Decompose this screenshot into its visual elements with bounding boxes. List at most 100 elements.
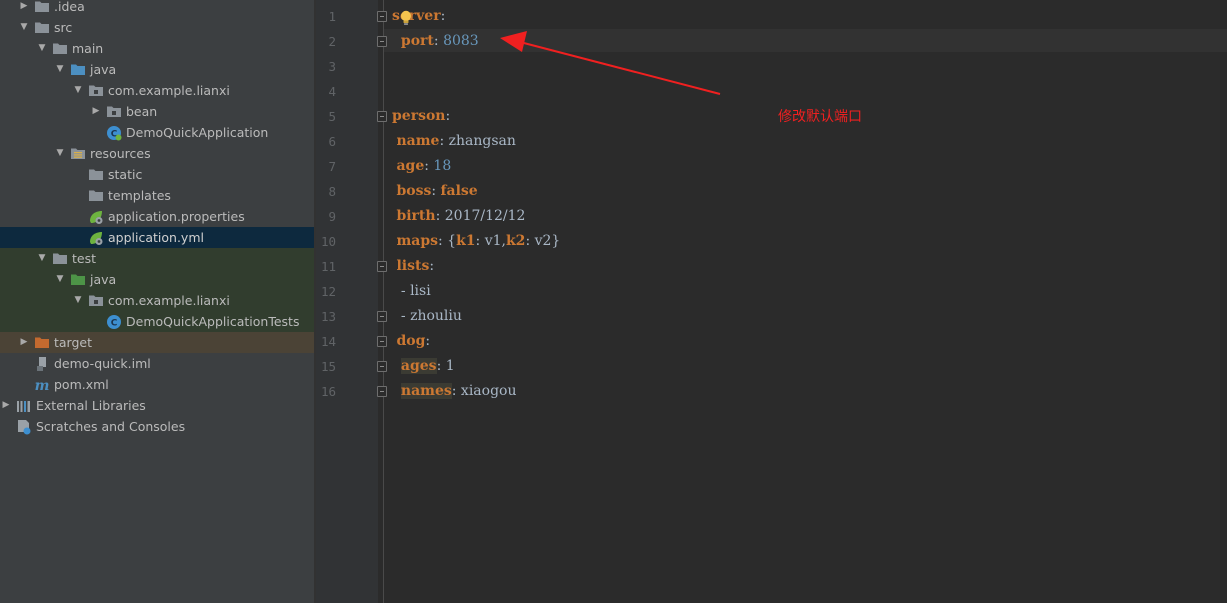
libraries-icon [16,398,32,413]
code-line[interactable]: dog: [392,329,430,354]
tree-item-pom-xml[interactable]: m pom.xml [0,374,314,395]
line-number: 16 [320,384,336,399]
folder-icon [88,167,104,182]
chevron-down-icon[interactable]: ▼ [18,17,30,38]
tree-item-templates[interactable]: templates [0,185,314,206]
annotation-text: 修改默认端口 [778,109,862,125]
code-line[interactable]: person: [392,104,450,129]
tree-item-demoquickapplication[interactable]: C DemoQuickApplication [0,122,314,143]
code-line[interactable]: age: 18 [392,154,451,179]
line-number: 10 [320,234,336,249]
tree-item-com-example-lianxi[interactable]: ▼ com.example.lianxi [0,290,314,311]
tree-item-label: test [72,251,97,266]
tree-item-label: pom.xml [54,377,109,392]
tree-item-application-properties[interactable]: application.properties [0,206,314,227]
maven-icon: m [34,377,50,394]
excluded-folder-icon [34,335,50,350]
tree-item-src[interactable]: ▼ src [0,17,314,38]
code-line[interactable]: birth: 2017/12/12 [392,204,525,229]
tree-item-bean[interactable]: ▶ bean [0,101,314,122]
tree-item-demo-quick-iml[interactable]: demo-quick.iml [0,353,314,374]
code-line[interactable]: names: xiaogou [392,379,517,404]
line-number: 1 [328,9,336,24]
line-number: 6 [328,134,336,149]
source-folder-icon [70,62,86,77]
tree-item-main[interactable]: ▼ main [0,38,314,59]
line-number: 12 [320,284,336,299]
line-number: 9 [328,209,336,224]
tree-item-label: java [90,272,117,287]
code-line[interactable]: ages: 1 [392,354,455,379]
lightbulb-icon[interactable] [399,10,413,26]
tree-item-label: DemoQuickApplication [126,125,269,140]
chevron-down-icon[interactable]: ▼ [54,143,66,164]
svg-text:C: C [111,319,118,329]
spring-config-icon [88,209,104,224]
code-line[interactable]: name: zhangsan [392,129,515,154]
tree-item-label: DemoQuickApplicationTests [126,314,300,329]
tree-item-scratches-and-consoles[interactable]: Scratches and Consoles [0,416,314,437]
folder-icon [52,251,68,266]
tree-item-java[interactable]: ▼ java [0,59,314,80]
chevron-right-icon[interactable]: ▶ [18,0,30,17]
chevron-down-icon[interactable]: ▼ [72,80,84,101]
svg-text:m: m [35,378,50,393]
tree-item-application-yml[interactable]: application.yml [0,227,314,248]
tree-item-label: application.properties [108,209,245,224]
tree-item-java[interactable]: ▼ java [0,269,314,290]
chevron-down-icon[interactable]: ▼ [36,248,48,269]
tree-item-com-example-lianxi[interactable]: ▼ com.example.lianxi [0,80,314,101]
tree-item-label: bean [126,104,158,119]
chevron-right-icon[interactable]: ▶ [18,332,30,353]
chevron-down-icon[interactable]: ▼ [36,38,48,59]
package-icon [106,104,122,119]
line-number: 3 [328,59,336,74]
code-line[interactable]: port: 8083 [392,29,479,54]
tree-item-label: target [54,335,93,350]
chevron-right-icon[interactable]: ▶ [0,395,12,416]
tree-item--idea[interactable]: ▶ .idea [0,0,314,17]
spring-boot-class-icon: C [106,125,122,141]
test-class-icon: C [106,314,122,329]
folder-icon [34,20,50,35]
tree-item-label: Scratches and Consoles [36,419,186,434]
tree-item-static[interactable]: static [0,164,314,185]
tree-item-label: main [72,41,104,56]
line-number: 14 [320,334,336,349]
line-number: 8 [328,184,336,199]
line-number: 11 [320,259,336,274]
code-line[interactable]: lists: [392,254,434,279]
line-number: 2 [328,34,336,49]
tree-item-label: src [54,20,73,35]
tree-item-resources[interactable]: ▼ resources [0,143,314,164]
code-editor[interactable]: server: port: 8083 person: name: zhangsan… [384,0,1227,603]
code-line[interactable]: maps: {k1: v1,k2: v2} [392,229,560,254]
tree-item-test[interactable]: ▼ test [0,248,314,269]
tree-item-label: com.example.lianxi [108,293,230,308]
tree-item-label: External Libraries [36,398,146,413]
line-number: 5 [328,109,336,124]
tree-item-label: .idea [54,0,85,14]
chevron-down-icon[interactable]: ▼ [54,269,66,290]
package-icon [88,293,104,308]
tree-item-external-libraries[interactable]: ▶ External Libraries [0,395,314,416]
folder-icon [34,0,50,14]
folder-icon [88,188,104,203]
line-number: 4 [328,84,336,99]
tree-item-demoquickapplicationtests[interactable]: C DemoQuickApplicationTests [0,311,314,332]
tree-item-label: java [90,62,117,77]
tree-item-target[interactable]: ▶ target [0,332,314,353]
chevron-right-icon[interactable]: ▶ [90,101,102,122]
tree-item-label: application.yml [108,230,204,245]
code-line[interactable]: - lisi [392,279,431,304]
chevron-down-icon[interactable]: ▼ [54,59,66,80]
code-line[interactable]: boss: false [392,179,477,204]
tree-item-label: resources [90,146,151,161]
code-line[interactable]: - zhouliu [392,304,462,329]
resources-folder-icon [70,146,86,161]
chevron-down-icon[interactable]: ▼ [72,290,84,311]
line-number: 7 [328,159,336,174]
tree-item-label: com.example.lianxi [108,83,230,98]
tree-item-label: templates [108,188,171,203]
tree-item-label: static [108,167,143,182]
